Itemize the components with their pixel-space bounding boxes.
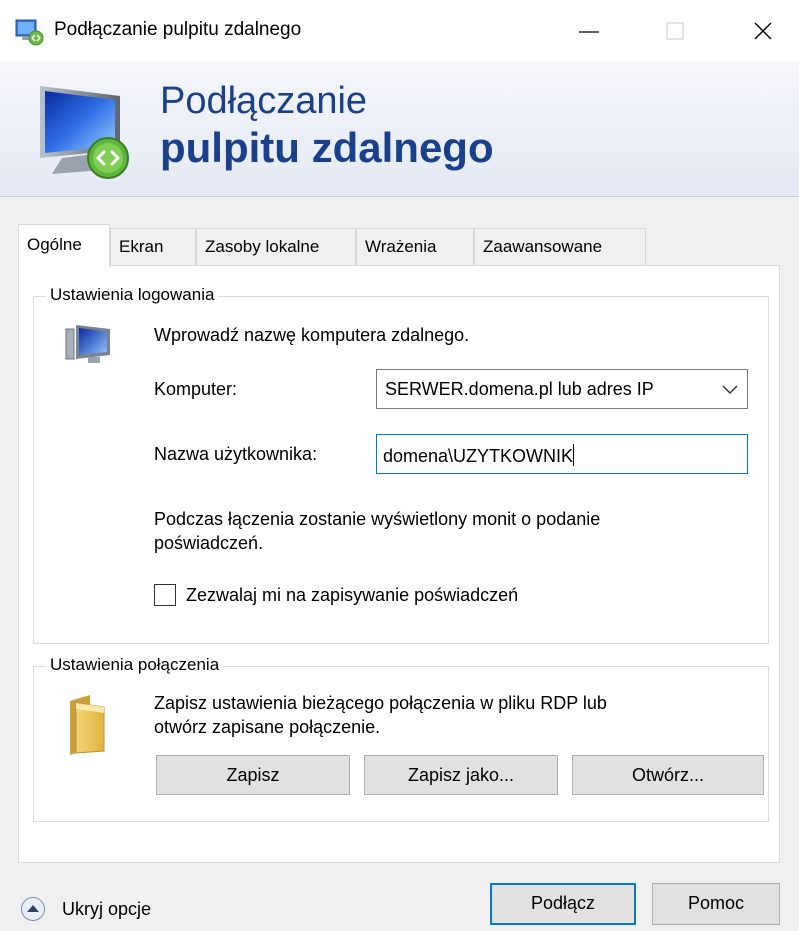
computer-combobox[interactable]: SERWER.domena.pl lub adres IP: [376, 369, 748, 409]
username-label: Nazwa użytkownika:: [154, 444, 318, 464]
text-caret: [573, 444, 575, 466]
username-value: domena\UZYTKOWNIK: [383, 446, 574, 466]
header-banner: Podłączanie pulpitu zdalnego: [0, 62, 799, 197]
connection-desc-line1: Zapisz ustawienia bieżącego połączenia w…: [154, 693, 607, 713]
save-button[interactable]: Zapisz: [156, 755, 350, 795]
username-field[interactable]: domena\UZYTKOWNIK: [376, 434, 748, 474]
maximize-button[interactable]: [640, 0, 710, 62]
open-button[interactable]: Otwórz...: [572, 755, 764, 795]
instruction-text: Wprowadź nazwę komputera zdalnego.: [154, 325, 470, 345]
computer-icon: [65, 325, 110, 363]
minimize-button[interactable]: [554, 0, 624, 62]
tab-display[interactable]: Ekran: [110, 228, 196, 266]
tab-panel-general: Ustawienia logowania Wprowadź nazwę komp…: [18, 265, 780, 863]
computer-label: Komputer:: [154, 379, 238, 399]
close-button[interactable]: [728, 0, 798, 62]
computer-value: SERWER.domena.pl lub adres IP: [385, 379, 654, 399]
folder-icon: [70, 695, 105, 755]
connection-settings-group: Ustawienia połączenia Zapisz ustawienia …: [33, 655, 769, 822]
tab-advanced[interactable]: Zaawansowane: [474, 228, 646, 266]
hide-options-icon[interactable]: [20, 896, 46, 922]
connection-settings-title: Ustawienia połączenia: [46, 655, 224, 675]
save-credentials-checkbox[interactable]: [154, 584, 176, 606]
tab-general[interactable]: Ogólne: [18, 224, 110, 267]
connect-button[interactable]: Podłącz: [490, 883, 636, 925]
chevron-down-icon[interactable]: [721, 382, 739, 396]
close-icon: [754, 22, 772, 40]
login-settings-title: Ustawienia logowania: [46, 285, 219, 305]
tab-experience[interactable]: Wrażenia: [356, 228, 474, 266]
remote-desktop-app-icon: [15, 19, 44, 46]
credentials-prompt-line1: Podczas łączenia zostanie wyświetlony mo…: [154, 509, 601, 529]
hide-options-label[interactable]: Ukryj opcje: [62, 899, 151, 920]
save-as-button[interactable]: Zapisz jako...: [364, 755, 558, 795]
maximize-icon: [666, 22, 684, 40]
minimize-icon: [579, 31, 599, 33]
help-button[interactable]: Pomoc: [652, 883, 780, 925]
credentials-prompt-line2: poświadczeń.: [154, 533, 264, 553]
banner-title-line2: pulpitu zdalnego: [160, 124, 494, 171]
tab-local-resources[interactable]: Zasoby lokalne: [196, 228, 356, 266]
save-credentials-label[interactable]: Zezwalaj mi na zapisywanie poświadczeń: [186, 585, 518, 606]
connection-desc-line2: otwórz zapisane połączenie.: [154, 717, 381, 737]
title-bar: Podłączanie pulpitu zdalnego: [0, 0, 799, 62]
window-title: Podłączanie pulpitu zdalnego: [54, 19, 302, 40]
banner-title-line1: Podłączanie: [160, 80, 368, 122]
login-settings-group: Ustawienia logowania Wprowadź nazwę komp…: [33, 285, 769, 644]
remote-desktop-icon: [40, 86, 129, 179]
